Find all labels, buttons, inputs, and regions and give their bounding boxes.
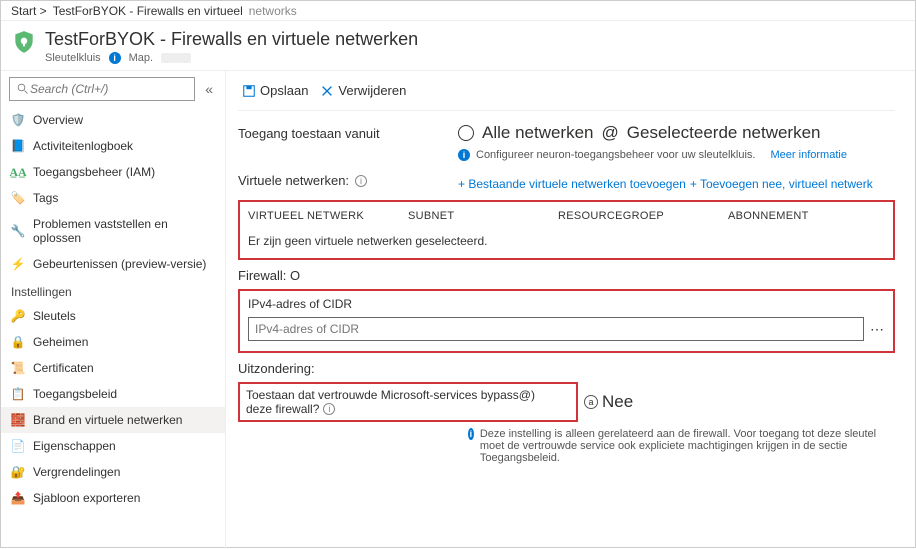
exception-highlight: Toestaan dat vertrouwde Microsoft-servic… — [238, 382, 578, 422]
exception-text-2: deze firewall? — [246, 402, 319, 416]
diagnose-icon: 🔧 — [11, 224, 25, 238]
keyvault-icon — [11, 29, 37, 55]
vnet-title: Virtuele netwerken: i — [238, 173, 438, 188]
collapse-sidebar-button[interactable]: « — [201, 81, 217, 97]
page-header: TestForBYOK - Firewalls en virtuele netw… — [1, 21, 915, 71]
breadcrumb-start: Start > — [11, 4, 47, 18]
nav: 🛡️Overview 📘Activiteitenlogboek A̲A̲Toeg… — [1, 107, 225, 511]
locks-icon: 🔐 — [11, 465, 25, 479]
access-from-label: Toegang toestaan vanuit — [238, 126, 438, 141]
page-title: TestForBYOK - Firewalls en virtuele netw… — [45, 29, 418, 50]
events-icon: ⚡ — [11, 257, 25, 271]
search-input[interactable] — [30, 82, 188, 96]
info-icon[interactable]: i — [355, 175, 367, 187]
vnet-table-header: VIRTUEEL NETWERK SUBNET RESOURCEGROEP AB… — [248, 208, 885, 230]
sidebar-item-diagnose[interactable]: 🔧Problemen vaststellen en oplossen — [1, 211, 225, 251]
save-icon — [242, 84, 256, 98]
exception-answer: Nee — [602, 392, 633, 412]
redacted-block — [161, 53, 191, 63]
breadcrumb-tail: networks — [249, 4, 297, 18]
sidebar-item-locks[interactable]: 🔐Vergrendelingen — [1, 459, 225, 485]
close-icon — [320, 84, 334, 98]
search-box[interactable] — [9, 77, 195, 101]
exception-text-1: Toestaan dat vertrouwde Microsoft-servic… — [246, 388, 535, 402]
sidebar-item-overview[interactable]: 🛡️Overview — [1, 107, 225, 133]
sidebar-item-export[interactable]: 📤Sjabloon exporteren — [1, 485, 225, 511]
export-icon: 📤 — [11, 491, 25, 505]
vnet-table-highlight: VIRTUEEL NETWERK SUBNET RESOURCEGROEP AB… — [238, 200, 895, 260]
ip-label: IPv4-adres of CIDR — [248, 297, 885, 311]
footer-note: Deze instelling is alleen gerelateerd aa… — [480, 428, 895, 464]
at-symbol: @ — [602, 123, 619, 143]
col-sub: ABONNEMENT — [728, 210, 848, 222]
sidebar-item-activity[interactable]: 📘Activiteitenlogboek — [1, 133, 225, 159]
exception-title: Uitzondering: — [238, 361, 895, 376]
breadcrumb: Start > TestForBYOK - Firewalls en virtu… — [1, 1, 915, 21]
save-button[interactable]: Opslaan — [238, 81, 312, 100]
col-vnet: VIRTUEEL NETWERK — [248, 210, 408, 222]
discard-button[interactable]: Verwijderen — [316, 81, 410, 100]
breadcrumb-item[interactable]: TestForBYOK - Firewalls en virtueel — [53, 4, 243, 18]
sidebar-item-certs[interactable]: 📜Certificaten — [1, 355, 225, 381]
info-icon: i — [458, 149, 470, 161]
info-icon[interactable]: i — [109, 52, 121, 64]
resource-type: Sleutelkluis — [45, 52, 101, 64]
sidebar-item-iam[interactable]: A̲A̲Toegangsbeheer (IAM) — [1, 159, 225, 185]
toolbar: Opslaan Verwijderen — [238, 77, 895, 111]
sidebar-item-secrets[interactable]: 🔒Geheimen — [1, 329, 225, 355]
content: Opslaan Verwijderen Toegang toestaan van… — [226, 71, 915, 549]
add-new-vnet-link[interactable]: + Toevoegen nee, virtueel netwerk — [690, 177, 873, 191]
radio-selected-label: Geselecteerde netwerken — [627, 123, 821, 143]
overview-icon: 🛡️ — [11, 113, 25, 127]
col-rg: RESOURCEGROEP — [558, 210, 728, 222]
sidebar-item-events[interactable]: ⚡Gebeurtenissen (preview-versie) — [1, 251, 225, 277]
search-icon — [16, 82, 30, 96]
sidebar-item-tags[interactable]: 🏷️Tags — [1, 185, 225, 211]
configure-note: Configureer neuron-toegangsbeheer voor u… — [476, 149, 755, 161]
info-icon: i — [468, 428, 474, 440]
col-subnet: SUBNET — [408, 210, 558, 222]
secrets-icon: 🔒 — [11, 335, 25, 349]
vnet-empty-text: Er zijn geen virtuele netwerken geselect… — [248, 230, 885, 252]
firewall-icon: 🧱 — [11, 413, 25, 427]
ip-input[interactable] — [248, 317, 864, 341]
certs-icon: 📜 — [11, 361, 25, 375]
access-icon: 📋 — [11, 387, 25, 401]
map-label[interactable]: Map. — [129, 52, 153, 64]
more-info-link[interactable]: Meer informatie — [771, 149, 847, 161]
sidebar-item-props[interactable]: 📄Eigenschappen — [1, 433, 225, 459]
ip-section-highlight: IPv4-adres of CIDR ⋯ — [238, 289, 895, 353]
sidebar-item-keys[interactable]: 🔑Sleutels — [1, 303, 225, 329]
annotation-a-icon: a — [584, 395, 598, 409]
firewall-title: Firewall: O — [238, 268, 895, 283]
sidebar-item-firewall[interactable]: 🧱Brand en virtuele netwerken — [1, 407, 225, 433]
access-radio-group: Alle netwerken @ Geselecteerde netwerken — [458, 123, 821, 143]
nav-group-settings: Instellingen — [1, 277, 225, 303]
radio-all-label: Alle netwerken — [482, 123, 594, 143]
ip-more-button[interactable]: ⋯ — [870, 321, 885, 338]
keys-icon: 🔑 — [11, 309, 25, 323]
add-existing-vnet-link[interactable]: + Bestaande virtuele netwerken toevoegen — [458, 177, 686, 191]
sidebar: « 🛡️Overview 📘Activiteitenlogboek A̲A̲To… — [1, 71, 226, 549]
iam-icon: A̲A̲ — [11, 165, 25, 179]
info-icon[interactable]: i — [323, 403, 335, 415]
activity-icon: 📘 — [11, 139, 25, 153]
props-icon: 📄 — [11, 439, 25, 453]
radio-all-networks[interactable] — [458, 125, 474, 141]
tags-icon: 🏷️ — [11, 191, 25, 205]
sidebar-item-access[interactable]: 📋Toegangsbeleid — [1, 381, 225, 407]
